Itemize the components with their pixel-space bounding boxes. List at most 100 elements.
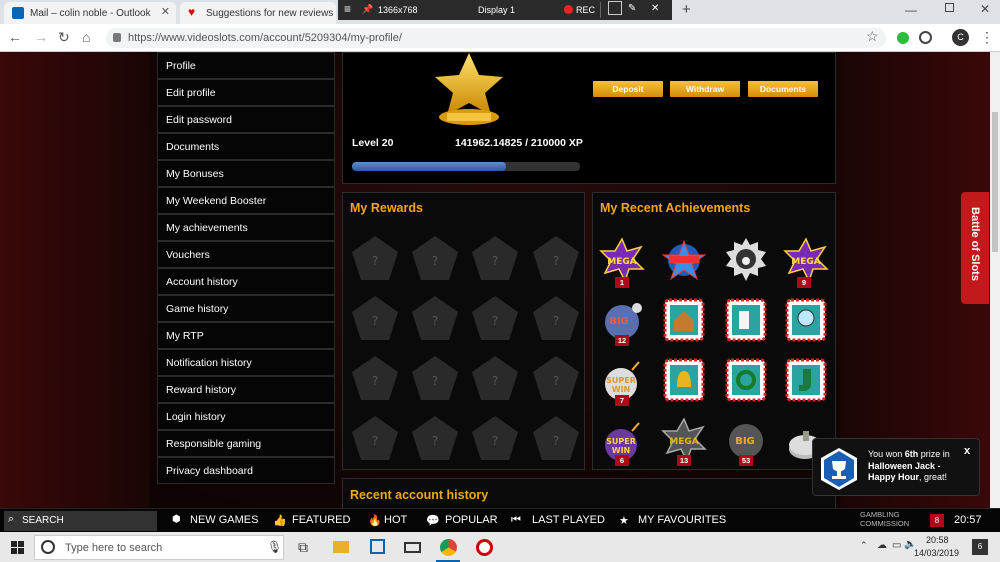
display-label: Display 1 xyxy=(478,5,516,15)
left-background xyxy=(0,52,150,508)
taskbar-search-box[interactable]: Type here to search 🎙 xyxy=(34,535,284,560)
record-icon xyxy=(564,5,573,14)
menu-item-responsible-gaming[interactable]: Responsible gaming xyxy=(157,430,335,457)
my-rewards-title: My Rewards xyxy=(350,201,423,215)
back-icon[interactable]: ← xyxy=(8,30,22,44)
pin-icon[interactable]: 📌 xyxy=(362,4,373,15)
menu-item-my-rtp[interactable]: My RTP xyxy=(157,322,335,349)
home-icon[interactable]: ⌂ xyxy=(82,30,90,44)
menu-item-profile[interactable]: Profile xyxy=(157,52,335,79)
deposit-button[interactable]: Deposit xyxy=(593,81,663,97)
prize-notification: You won 6th prize in Halloween Jack - Ha… xyxy=(812,438,980,496)
reward-placeholder: ? xyxy=(472,356,518,400)
reward-placeholder: ? xyxy=(352,416,398,460)
new-tab-icon[interactable]: + xyxy=(682,1,691,18)
menu-item-documents[interactable]: Documents xyxy=(157,133,335,160)
menu-icon[interactable]: ≡ xyxy=(344,2,351,16)
withdraw-button[interactable]: Withdraw xyxy=(670,81,740,97)
recent-account-history-panel: Recent account history xyxy=(342,478,836,508)
tab-outlook[interactable]: Mail – colin noble - Outlook ✕ xyxy=(4,2,176,24)
profile-avatar[interactable]: C xyxy=(952,29,969,46)
menu-item-game-history[interactable]: Game history xyxy=(157,295,335,322)
reward-placeholder-label: ? xyxy=(553,434,559,448)
reward-placeholder: ? xyxy=(533,416,579,460)
reward-placeholder: ? xyxy=(533,236,579,280)
block-icon[interactable] xyxy=(919,31,932,44)
star-medal-achievement-icon[interactable] xyxy=(661,237,707,283)
achievement-count-badge: 9 xyxy=(797,277,811,288)
featured-link[interactable]: FEATURED xyxy=(292,514,350,526)
windows-start-icon[interactable] xyxy=(11,541,24,554)
close-icon[interactable]: ✕ xyxy=(651,3,659,14)
new-games-link[interactable]: NEW GAMES xyxy=(190,514,258,526)
mail-icon[interactable] xyxy=(404,542,421,553)
notification-close-button[interactable]: x xyxy=(964,445,970,457)
close-tab-icon[interactable]: ✕ xyxy=(161,5,170,18)
file-explorer-icon[interactable] xyxy=(333,541,349,553)
minimize-icon[interactable]: — xyxy=(905,3,917,17)
last-played-link[interactable]: LAST PLAYED xyxy=(532,514,605,526)
notifications-count-badge[interactable]: 8 xyxy=(930,514,944,527)
battle-of-slots-tab[interactable]: Battle of Slots xyxy=(961,192,989,304)
page-scrollbar[interactable] xyxy=(990,52,1000,508)
menu-item-weekend-booster[interactable]: My Weekend Booster xyxy=(157,187,335,214)
url-field[interactable]: https://www.videoslots.com/account/52093… xyxy=(106,28,886,48)
taskbar-date[interactable]: 14/03/2019 xyxy=(914,548,959,558)
cloud-icon[interactable]: ☁ xyxy=(877,540,887,551)
reward-placeholder-label: ? xyxy=(372,314,378,328)
popular-link[interactable]: POPULAR xyxy=(445,514,498,526)
rec-label[interactable]: REC xyxy=(576,5,595,15)
task-view-icon[interactable]: ⧉ xyxy=(298,539,308,556)
silver-medal-achievement-icon[interactable] xyxy=(723,237,769,283)
action-center-icon[interactable]: 6 xyxy=(972,539,988,555)
menu-item-vouchers[interactable]: Vouchers xyxy=(157,241,335,268)
menu-item-achievements[interactable]: My achievements xyxy=(157,214,335,241)
taskbar-time[interactable]: 20:58 xyxy=(926,535,949,545)
star-icon[interactable]: ☆ xyxy=(866,29,879,43)
wreath-card-icon[interactable] xyxy=(723,357,769,403)
menu-item-reward-history[interactable]: Reward history xyxy=(157,376,335,403)
gingerbread-house-card-icon[interactable] xyxy=(661,297,707,343)
lock-icon xyxy=(113,33,121,42)
hot-icon: 🔥 xyxy=(368,515,382,527)
stocking-card-icon[interactable] xyxy=(783,357,829,403)
tab-suggestions[interactable]: ♥ Suggestions for new reviews | F xyxy=(180,2,336,24)
menu-item-edit-profile[interactable]: Edit profile xyxy=(157,79,335,106)
menu-item-notification-history[interactable]: Notification history xyxy=(157,349,335,376)
tray-chevron-icon[interactable]: ⌃ xyxy=(860,540,868,551)
menu-item-my-bonuses[interactable]: My Bonuses xyxy=(157,160,335,187)
forward-icon[interactable]: → xyxy=(34,30,48,44)
reload-icon[interactable]: ↻ xyxy=(58,30,70,44)
recorder-app-icon[interactable] xyxy=(476,539,493,556)
milk-glass-card-icon[interactable] xyxy=(723,297,769,343)
resolution-label: 1366x768 xyxy=(378,5,418,15)
store-icon[interactable] xyxy=(370,539,385,554)
profile-panel: Level 20 141962.14825 / 210000 XP Deposi… xyxy=(342,52,836,184)
featured-icon: 👍 xyxy=(273,515,287,527)
documents-button[interactable]: Documents xyxy=(748,81,818,97)
svg-text:SUPER: SUPER xyxy=(606,437,636,446)
window-close-icon[interactable]: ✕ xyxy=(980,2,990,16)
menu-item-privacy-dashboard[interactable]: Privacy dashboard xyxy=(157,457,335,484)
tab-title: Suggestions for new reviews | F xyxy=(206,7,336,19)
microphone-icon[interactable]: 🎙 xyxy=(267,540,282,554)
new-games-icon: ⬢ xyxy=(172,514,181,525)
my-favourites-link[interactable]: MY FAVOURITES xyxy=(638,514,726,526)
bell-card-icon[interactable] xyxy=(661,357,707,403)
hot-link[interactable]: HOT xyxy=(384,514,407,526)
chrome-icon[interactable] xyxy=(440,539,457,556)
reward-placeholder-label: ? xyxy=(492,254,498,268)
maximize-icon[interactable] xyxy=(945,3,954,12)
snow-globe-card-icon[interactable] xyxy=(783,297,829,343)
menu-item-login-history[interactable]: Login history xyxy=(157,403,335,430)
stop-icon[interactable] xyxy=(608,1,622,15)
more-menu-icon[interactable]: ⋮ xyxy=(980,29,994,46)
battery-icon[interactable]: ▭ xyxy=(892,540,901,551)
scrollbar-thumb[interactable] xyxy=(992,112,998,252)
extension-green-icon[interactable] xyxy=(897,32,909,44)
favourites-star-icon: ★ xyxy=(619,515,629,527)
menu-item-edit-password[interactable]: Edit password xyxy=(157,106,335,133)
pen-icon[interactable]: ✎ xyxy=(628,3,636,14)
search-box[interactable]: ⌕ SEARCH xyxy=(4,511,157,531)
menu-item-account-history[interactable]: Account history xyxy=(157,268,335,295)
